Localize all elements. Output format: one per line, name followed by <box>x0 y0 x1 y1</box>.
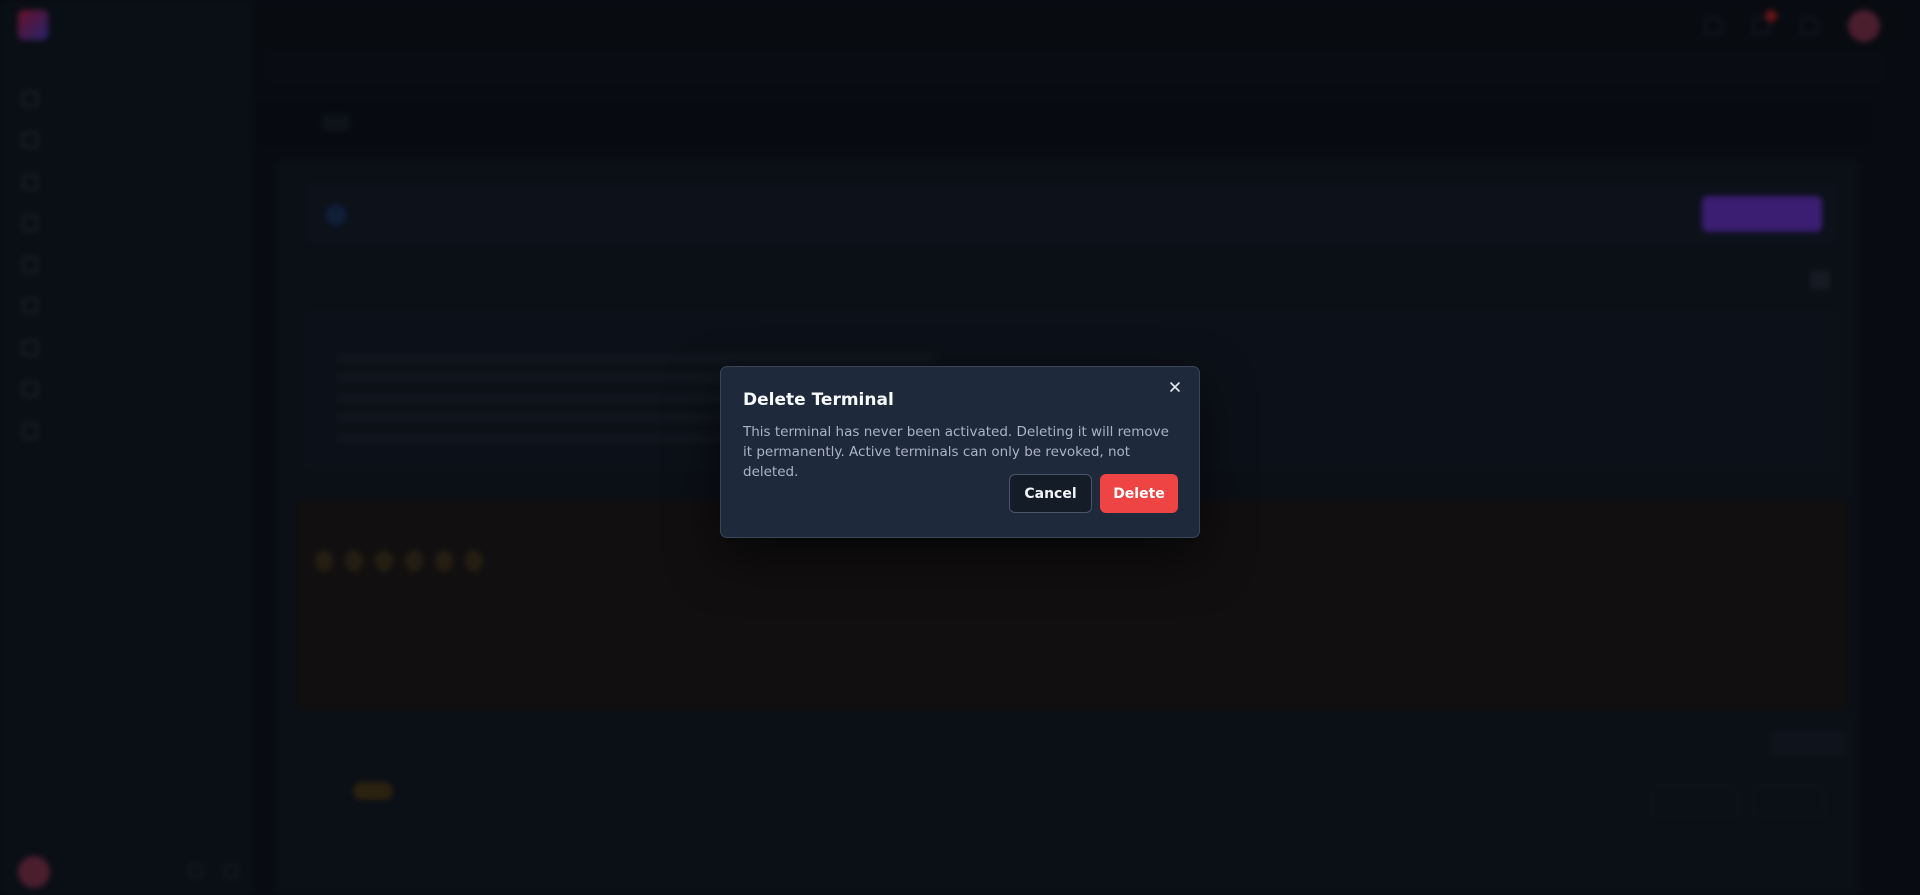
close-button[interactable] <box>1163 375 1187 399</box>
delete-terminal-dialog: Delete Terminal This terminal has never … <box>720 366 1200 538</box>
cancel-button[interactable]: Cancel <box>1009 474 1092 513</box>
delete-button[interactable]: Delete <box>1100 474 1178 513</box>
dialog-actions: Cancel Delete <box>1009 474 1178 513</box>
dialog-message: This terminal has never been activated. … <box>743 424 1169 480</box>
dialog-title: Delete Terminal <box>743 390 894 410</box>
close-icon <box>1170 382 1180 392</box>
